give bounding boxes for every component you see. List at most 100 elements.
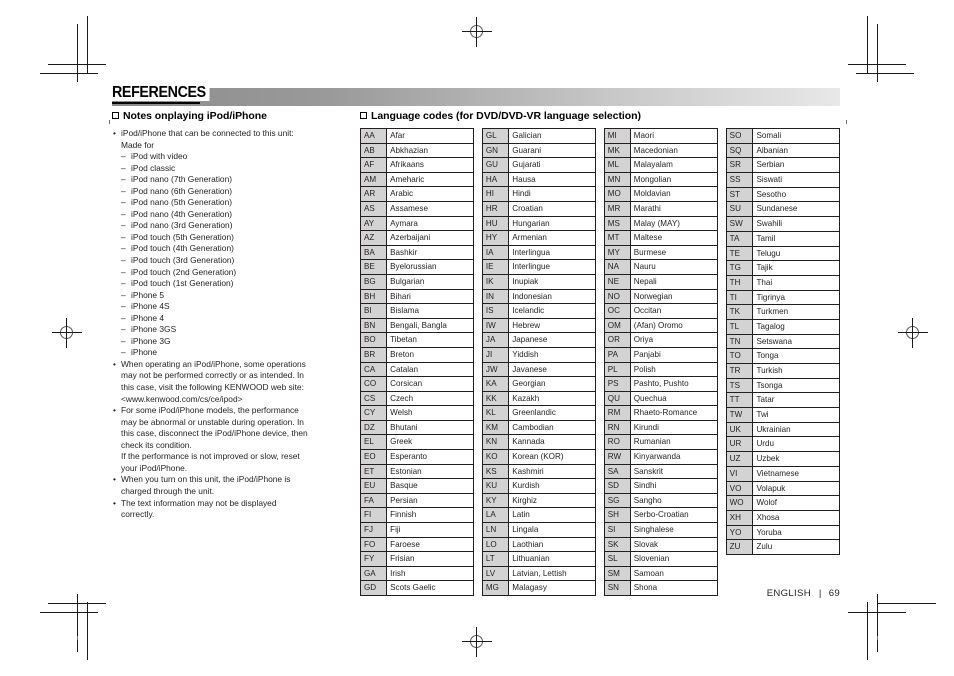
language-name-cell: Breton: [386, 346, 475, 363]
language-name-cell: Turkmen: [752, 304, 840, 320]
empty-cell: [726, 569, 753, 583]
table-row: MR Marathi: [603, 200, 719, 217]
language-name-cell: Laothian: [508, 536, 597, 553]
supported-device-label: iPhone 5: [131, 289, 165, 300]
supported-device-item: – iPod touch (4th Generation): [121, 243, 360, 255]
table-row: GL Galician: [481, 128, 597, 144]
table-row: IN Indonesian: [481, 288, 597, 305]
language-name-cell: Finnish: [386, 507, 475, 524]
language-code-cell: RM: [603, 405, 631, 421]
table-row: IA Interlingua: [481, 244, 597, 261]
language-code-cell: TG: [725, 260, 754, 276]
registration-mark-left-center: [52, 318, 82, 348]
language-name-cell: Frisian: [386, 551, 475, 567]
language-code-cell: FJ: [359, 522, 388, 538]
table-row: HR Croatian: [481, 200, 597, 217]
language-name-cell: Somali: [752, 128, 840, 144]
table-row: KK Kazakh: [481, 390, 597, 407]
supported-device-label: iPod touch (1st Generation): [131, 278, 234, 289]
language-code-cell: CS: [359, 390, 388, 407]
language-name-cell: Turkish: [752, 363, 840, 379]
section-heading-notes: Notes onplaying iPod/iPhone: [112, 110, 360, 123]
dash-bullet-icon: –: [121, 255, 126, 266]
language-code-cell: SI: [603, 522, 631, 538]
language-code-cell: GN: [481, 142, 510, 159]
language-name-cell: Panjabi: [629, 346, 719, 363]
table-row: SG Sangho: [603, 492, 719, 509]
language-name-cell: Slovak: [629, 536, 719, 553]
language-code-cell: TL: [725, 318, 754, 335]
language-name-cell: Siswati: [752, 172, 840, 188]
table-row: JA Japanese: [481, 332, 597, 348]
table-row: PL Polish: [603, 361, 719, 378]
language-code-cell: SU: [725, 201, 754, 218]
language-code-cell: TN: [725, 333, 754, 350]
language-code-cell: FI: [359, 507, 388, 524]
language-name-cell: Samoan: [629, 565, 719, 582]
note-line: check its condition.: [121, 439, 192, 450]
language-name-cell: Moldavian: [629, 186, 719, 202]
language-name-cell: Arabic: [386, 186, 475, 202]
table-row: TH Thai: [725, 274, 840, 291]
supported-device-item: – iPhone 3G: [121, 336, 360, 348]
language-code-cell: AF: [359, 157, 388, 173]
dash-bullet-icon: –: [121, 289, 126, 300]
table-row: ML Malayalam: [603, 157, 719, 173]
table-row: BG Bulgarian: [359, 273, 475, 290]
checkbox-bullet-icon: [360, 112, 367, 119]
dash-bullet-icon: –: [121, 208, 126, 219]
bullet-dot-icon: •: [113, 128, 116, 138]
language-code-cell: BH: [359, 288, 388, 305]
table-row: EU Basque: [359, 478, 475, 494]
note-bullet: • For some iPod/iPhone models, the perfor…: [112, 405, 360, 474]
table-row: JW Javanese: [481, 361, 597, 378]
language-name-cell: Bislama: [386, 303, 475, 319]
chapter-header-bar: REFERENCES: [112, 85, 840, 106]
language-name-cell: Estonian: [386, 463, 475, 480]
language-code-cell: RW: [603, 449, 631, 465]
table-row: VI Vietnamese: [725, 465, 840, 482]
table-row: TI Tigrinya: [725, 289, 840, 306]
language-name-cell: Oriya: [629, 332, 719, 348]
table-row: OM (Afan) Oromo: [603, 317, 719, 334]
language-code-cell: BN: [359, 317, 388, 334]
dash-bullet-icon: –: [121, 243, 126, 254]
table-row: KL Greenlandic: [481, 405, 597, 421]
supported-device-item: – iPhone: [121, 347, 360, 359]
language-code-cell: JA: [481, 332, 510, 348]
table-row: TO Tonga: [725, 348, 840, 364]
table-row: SH Serbo-Croatian: [603, 507, 719, 524]
table-row: RW Kinyarwanda: [603, 449, 719, 465]
table-row: MG Malagasy: [481, 580, 597, 596]
language-name-cell: Vietnamese: [752, 465, 840, 482]
language-name-cell: Ameharic: [386, 171, 475, 188]
language-code-cell: AR: [359, 186, 388, 202]
notes-bullet-list: • iPod/iPhone that can be connected to th…: [112, 128, 360, 521]
note-line: The text information may not be displaye…: [121, 497, 277, 508]
table-row: [726, 569, 839, 583]
language-name-cell: Esperanto: [386, 449, 475, 465]
table-row: IW Hebrew: [481, 317, 597, 334]
supported-device-label: iPod nano (5th Generation): [131, 197, 233, 208]
table-row: RM Rhaeto-Romance: [603, 405, 719, 421]
table-row: VO Volapuk: [725, 480, 840, 497]
language-code-cell: RO: [603, 434, 631, 451]
supported-device-label: iPhone 3G: [131, 335, 171, 346]
language-code-table: MI Maori MK Macedonian ML Malayalam MN Mongolia…: [603, 128, 719, 596]
language-code-cell: FA: [359, 492, 388, 509]
language-name-cell: Lingala: [508, 522, 597, 538]
table-row: CY Welsh: [359, 405, 475, 421]
language-code-cell: NE: [603, 273, 631, 290]
page-title: REFERENCES: [112, 85, 210, 101]
language-code-cell: UR: [725, 436, 754, 453]
table-row: TA Tamil: [725, 230, 840, 247]
checkbox-bullet-icon: [112, 112, 119, 119]
footer-page-number: 69: [828, 588, 840, 599]
language-code-cell: VI: [725, 465, 754, 482]
supported-device-item: – iPod touch (1st Generation): [121, 278, 360, 290]
table-row: BR Breton: [359, 346, 475, 363]
footer-language: ENGLISH: [766, 588, 811, 599]
table-row: OC Occitan: [603, 303, 719, 319]
supported-device-item: – iPod nano (3rd Generation): [121, 220, 360, 232]
table-row: BO Tibetan: [359, 332, 475, 348]
